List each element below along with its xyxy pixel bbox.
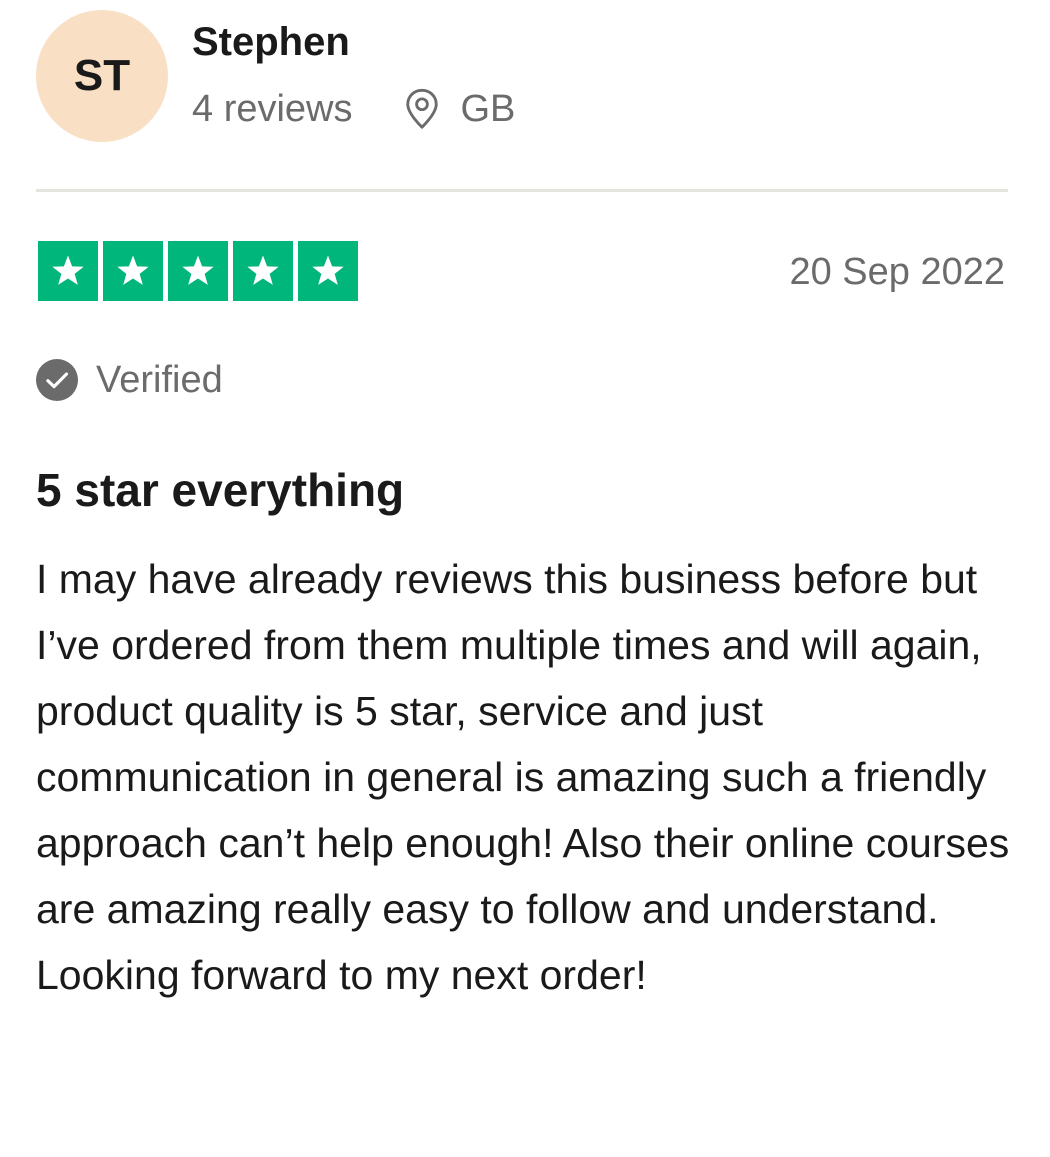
avatar-initials: ST — [73, 51, 131, 100]
review-count: 4 reviews — [192, 87, 353, 130]
check-circle-icon — [36, 359, 78, 401]
star-icon — [298, 241, 358, 301]
star-rating — [38, 241, 358, 301]
star-icon — [233, 241, 293, 301]
reviewer-location: GB — [403, 87, 516, 131]
review-body: I may have already reviews this business… — [36, 556, 1010, 998]
verified-badge[interactable]: Verified — [36, 356, 223, 404]
star-icon — [38, 241, 98, 301]
location-code: GB — [460, 87, 516, 130]
reviewer-name[interactable]: Stephen — [192, 18, 350, 66]
divider — [36, 189, 1008, 192]
review-title: 5 star everything — [36, 464, 405, 516]
reviewer-meta: 4 reviews GB — [192, 84, 515, 134]
star-icon — [103, 241, 163, 301]
avatar[interactable]: ST — [36, 10, 168, 142]
location-pin-icon — [405, 88, 438, 129]
verified-label: Verified — [96, 358, 223, 401]
review-date: 20 Sep 2022 — [789, 251, 1005, 293]
star-icon — [168, 241, 228, 301]
